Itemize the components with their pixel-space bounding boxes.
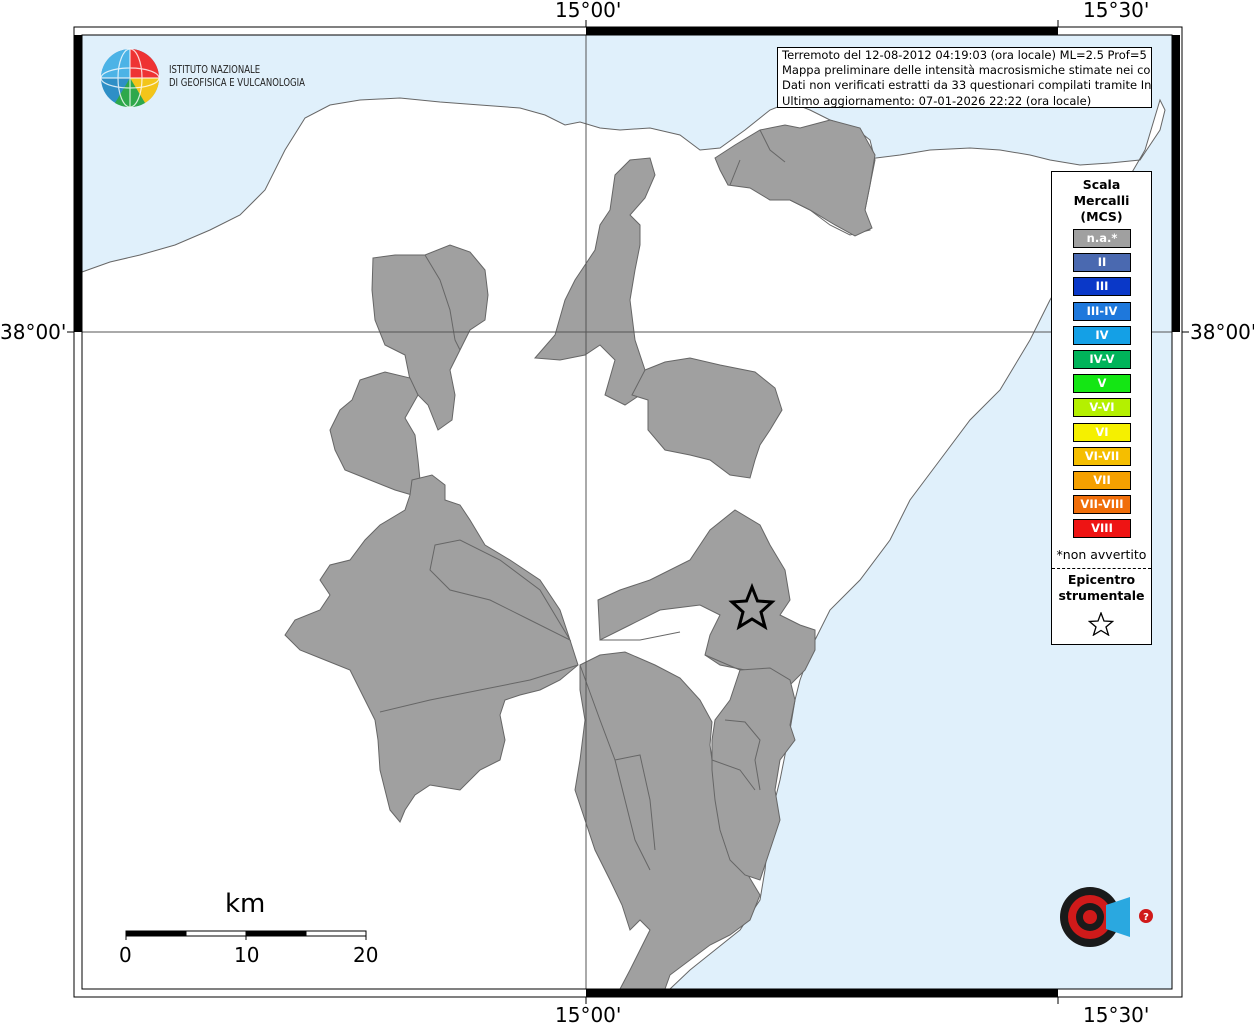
legend-item: VIII xyxy=(1073,519,1131,539)
scale-tick-20: 20 xyxy=(353,943,379,967)
event-info-line2: Mappa preliminare delle intensità macros… xyxy=(782,63,1152,78)
lat-label-right: 38°00' xyxy=(1190,320,1254,344)
event-info-line3: Dati non verificati estratti da 33 quest… xyxy=(782,78,1152,93)
legend-title-line3: (MCS) xyxy=(1080,209,1123,224)
legend-star-icon xyxy=(1088,612,1114,636)
event-info-line4: Ultimo aggiornamento: 07-01-2026 22:22 (… xyxy=(782,93,1092,108)
scale-tick-0: 0 xyxy=(119,943,132,967)
legend-item: III xyxy=(1073,277,1131,297)
event-info-line1: Terremoto del 12-08-2012 04:19:03 (ora l… xyxy=(782,48,1152,62)
lon-label-bottom-left: 15°00' xyxy=(555,1003,622,1027)
svg-text:?: ? xyxy=(1143,912,1149,923)
legend-title-line1: Scala xyxy=(1082,177,1121,192)
lat-label-left: 38°00' xyxy=(0,320,67,344)
event-info-box: Terremoto del 12-08-2012 04:19:03 (ora l… xyxy=(777,47,1152,108)
legend-item: VII-VIII xyxy=(1073,495,1131,515)
ingv-logo-text: ISTITUTO NAZIONALE DI GEOFISICA E VULCAN… xyxy=(169,63,305,89)
legend-item: II xyxy=(1073,253,1131,273)
legend-item: VI xyxy=(1073,422,1131,442)
legend-item: VI-VII xyxy=(1073,446,1131,466)
ingv-logo-line2: DI GEOFISICA E VULCANOLOGIA xyxy=(169,76,305,89)
legend-title-line2: Mercalli xyxy=(1073,193,1130,208)
legend-note: *non avvertito xyxy=(1056,547,1147,562)
legend-item: V-VI xyxy=(1073,398,1131,418)
legend-item: IV xyxy=(1073,325,1131,345)
ingv-logo-line1: ISTITUTO NAZIONALE xyxy=(169,63,261,76)
legend-divider xyxy=(1052,568,1151,569)
legend-epicenter-line2: strumentale xyxy=(1058,588,1145,603)
legend-item: IV-V xyxy=(1073,350,1131,369)
legend-item: V xyxy=(1073,374,1131,394)
intensity-legend: Scala Mercalli (MCS) n.a.* II III III-IV IV I… xyxy=(1051,171,1152,645)
legend-epicenter-label: Epicentro strumentale xyxy=(1052,572,1151,604)
legend-item: III-IV xyxy=(1073,301,1131,321)
lon-label-top-right: 15°30' xyxy=(1083,0,1150,22)
legend-epicenter-line1: Epicentro xyxy=(1067,572,1136,587)
scale-tick-10: 10 xyxy=(234,943,260,967)
lon-label-bottom-right: 15°30' xyxy=(1083,1003,1150,1027)
ingv-globe-icon xyxy=(100,48,160,108)
scale-unit-label: km xyxy=(225,889,266,919)
lon-label-top-left: 15°00' xyxy=(555,0,622,22)
legend-title: Scala Mercalli (MCS) xyxy=(1052,177,1151,225)
legend-item: n.a.* xyxy=(1073,229,1131,248)
legend-item: VII xyxy=(1073,471,1131,490)
